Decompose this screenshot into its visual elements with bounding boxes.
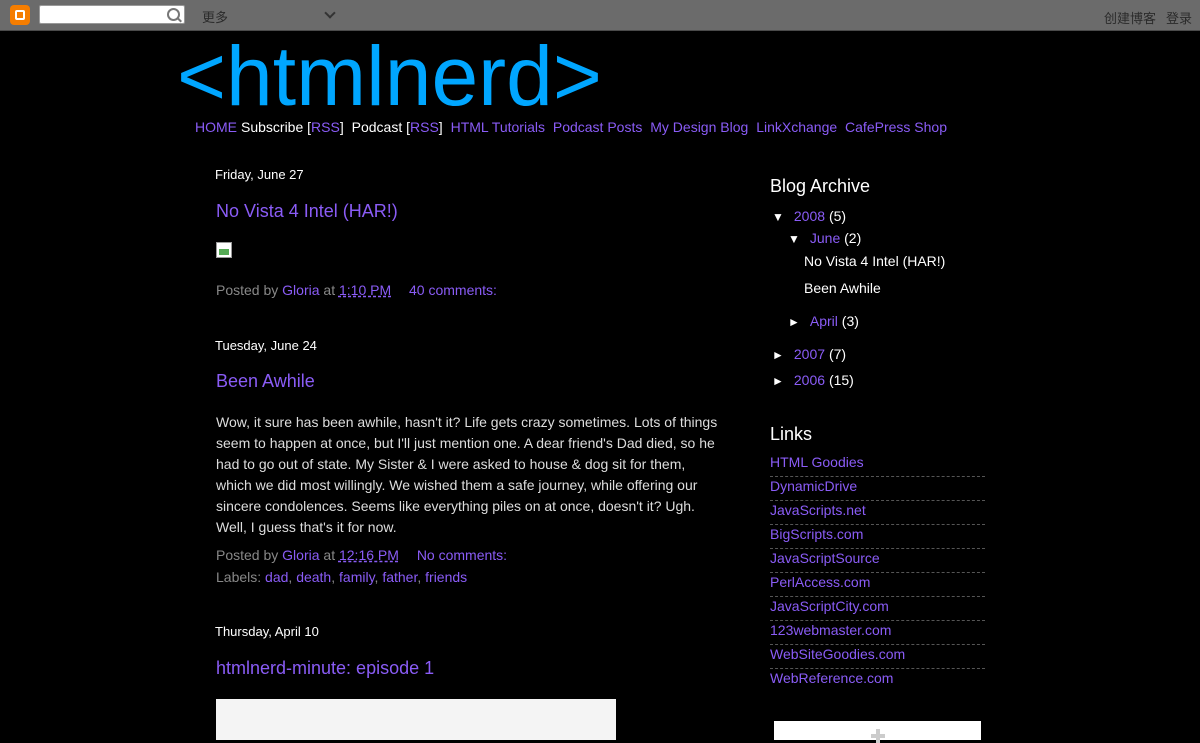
label-link[interactable]: dad xyxy=(265,569,288,585)
archive-year-2008[interactable]: ▼ 2008 (5) xyxy=(772,208,846,224)
sidebar-link[interactable]: WebReference.com xyxy=(770,669,985,693)
nav-design-blog-link[interactable]: My Design Blog xyxy=(650,119,748,135)
at-label: at xyxy=(323,282,336,298)
nav-podcast-rss-link[interactable]: RSS xyxy=(410,119,439,135)
at-label: at xyxy=(323,547,336,563)
chevron-down-icon[interactable] xyxy=(324,7,336,19)
navbar-search-box[interactable] xyxy=(39,5,185,24)
post-time-link[interactable]: 1:10 PM xyxy=(339,282,391,298)
post-labels: Labels: dad, death, family, father, frie… xyxy=(216,569,468,585)
archive-month-link[interactable]: April xyxy=(810,313,838,329)
comments-link[interactable]: 40 comments: xyxy=(409,282,497,298)
plus-icon xyxy=(871,729,885,743)
search-icon[interactable] xyxy=(167,8,180,21)
blog-archive-title: Blog Archive xyxy=(770,176,871,196)
sidebar-link[interactable]: BigScripts.com xyxy=(770,525,985,549)
label-link[interactable]: family xyxy=(339,569,375,585)
archive-month-link[interactable]: June xyxy=(810,230,840,246)
author-link[interactable]: Gloria xyxy=(282,282,319,298)
post-footer: Posted by Gloria at 1:10 PM 40 comments: xyxy=(216,282,497,298)
archive-year-link[interactable]: 2006 xyxy=(794,372,825,388)
post-date-header: Friday, June 27 xyxy=(215,167,304,182)
nav-subscribe-rss-link[interactable]: RSS xyxy=(311,119,340,135)
sidebar-link[interactable]: JavaScripts.net xyxy=(770,501,985,525)
collapsed-triangle-icon[interactable]: ► xyxy=(772,374,786,388)
post-date-header: Tuesday, June 24 xyxy=(215,338,317,353)
sidebar-link[interactable]: 123webmaster.com xyxy=(770,621,985,645)
posted-by-label: Posted by xyxy=(216,547,279,563)
collapsed-triangle-icon[interactable]: ► xyxy=(772,348,786,362)
comments-link[interactable]: No comments: xyxy=(417,547,507,563)
sidebar-link[interactable]: HTML Goodies xyxy=(770,453,985,477)
nav-bracket: ] xyxy=(339,119,344,135)
sidebar-link[interactable]: JavaScriptSource xyxy=(770,549,985,573)
login-link[interactable]: 登录 xyxy=(1166,8,1192,27)
post-footer: Posted by Gloria at 12:16 PM No comments… xyxy=(216,547,507,563)
post-title-link[interactable]: htmlnerd-minute: episode 1 xyxy=(216,658,434,679)
archive-month-june[interactable]: ▼ June (2) xyxy=(788,230,861,246)
nav-cafepress-link[interactable]: CafePress Shop xyxy=(845,119,947,135)
archive-year-link[interactable]: 2007 xyxy=(794,346,825,362)
author-link[interactable]: Gloria xyxy=(282,547,319,563)
sidebar-link[interactable]: PerlAccess.com xyxy=(770,573,985,597)
post-title-link[interactable]: Been Awhile xyxy=(216,371,315,392)
archive-count: (15) xyxy=(828,372,854,388)
sidebar-link[interactable]: JavaScriptCity.com xyxy=(770,597,985,621)
archive-post-link[interactable]: No Vista 4 Intel (HAR!) xyxy=(804,253,945,269)
archive-post-link[interactable]: Been Awhile xyxy=(804,280,881,296)
posted-by-label: Posted by xyxy=(216,282,279,298)
archive-count: (3) xyxy=(841,313,859,329)
embedded-video[interactable] xyxy=(216,699,616,740)
nav-html-tutorials-link[interactable]: HTML Tutorials xyxy=(451,119,545,135)
links-title: Links xyxy=(770,424,813,444)
archive-month-april[interactable]: ► April (3) xyxy=(788,313,859,329)
archive-count: (7) xyxy=(828,346,847,362)
nav-podcast-posts-link[interactable]: Podcast Posts xyxy=(553,119,643,135)
site-title[interactable]: <htmlnerd> xyxy=(177,30,602,122)
archive-count: (2) xyxy=(844,230,862,246)
archive-year-2006[interactable]: ► 2006 (15) xyxy=(772,372,854,388)
archive-count: (5) xyxy=(828,208,847,224)
post-time-link[interactable]: 12:16 PM xyxy=(339,547,399,563)
labels-prefix: Labels: xyxy=(216,569,262,585)
more-menu-button[interactable]: 更多 xyxy=(202,7,228,26)
nav-podcast-label: Podcast [ xyxy=(351,119,410,135)
archive-year-2007[interactable]: ► 2007 (7) xyxy=(772,346,846,362)
collapsed-triangle-icon[interactable]: ► xyxy=(788,315,802,329)
blogger-logo-icon[interactable] xyxy=(10,5,30,25)
expanded-triangle-icon[interactable]: ▼ xyxy=(772,210,786,224)
post-date-header: Thursday, April 10 xyxy=(215,624,319,639)
sidebar-link[interactable]: DynamicDrive xyxy=(770,477,985,501)
post-title-link[interactable]: No Vista 4 Intel (HAR!) xyxy=(216,201,398,222)
label-link[interactable]: father xyxy=(382,569,417,585)
label-link[interactable]: friends xyxy=(425,569,467,585)
nav-home-link[interactable]: HOME xyxy=(195,119,237,135)
post-body: Wow, it sure has been awhile, hasn't it?… xyxy=(216,414,718,535)
nav-subscribe-label: Subscribe [ xyxy=(241,119,312,135)
broken-image-icon xyxy=(216,242,232,258)
sidebar-widget[interactable] xyxy=(774,721,981,743)
search-input[interactable] xyxy=(40,6,168,24)
nav-bracket: ] xyxy=(438,119,443,135)
create-blog-link[interactable]: 创建博客 xyxy=(1104,8,1156,27)
archive-year-link[interactable]: 2008 xyxy=(794,208,825,224)
nav-linkxchange-link[interactable]: LinkXchange xyxy=(756,119,837,135)
top-navigation: HOME Subscribe [RSS] Podcast [RSS] HTML T… xyxy=(195,119,951,135)
blogger-navbar: 更多 创建博客 登录 xyxy=(0,0,1200,31)
expanded-triangle-icon[interactable]: ▼ xyxy=(788,232,802,246)
sidebar-link[interactable]: WebSiteGoodies.com xyxy=(770,645,985,669)
label-link[interactable]: death xyxy=(296,569,331,585)
